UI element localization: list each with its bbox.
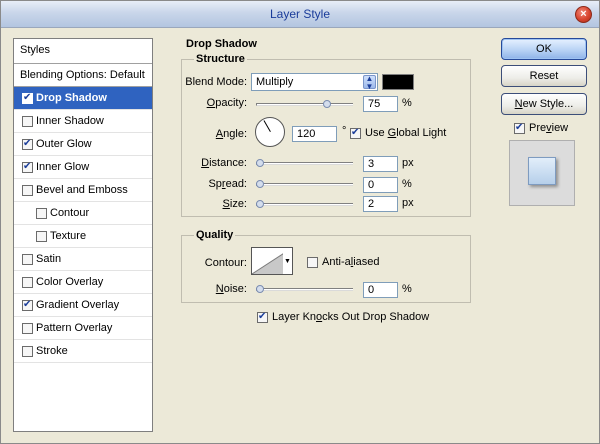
knockout-check[interactable]	[257, 310, 268, 324]
style-item-checkbox[interactable]	[22, 298, 33, 312]
style-preview	[509, 140, 575, 206]
close-icon: ×	[580, 8, 587, 20]
close-button[interactable]: ×	[575, 6, 592, 23]
style-item-label: Color Overlay	[36, 276, 104, 288]
knockout-label: Layer Knocks Out Drop Shadow	[272, 311, 430, 323]
style-item[interactable]: Inner Shadow	[14, 110, 152, 133]
distance-unit: px	[402, 157, 414, 169]
style-item-checkbox[interactable]	[22, 346, 33, 357]
noise-slider-thumb[interactable]	[256, 285, 264, 293]
preview-check[interactable]	[514, 121, 525, 135]
blending-options-item[interactable]: Blending Options: Default	[14, 64, 152, 87]
angle-dial[interactable]	[255, 117, 285, 147]
blend-mode-value: Multiply	[256, 76, 294, 88]
style-item-label: Pattern Overlay	[36, 322, 113, 334]
noise-label: Noise:	[215, 283, 247, 295]
style-item-checkbox[interactable]	[22, 91, 33, 105]
style-item-label: Contour	[50, 207, 90, 219]
select-arrows-icon: ▲ ▼	[363, 75, 376, 91]
distance-slider-track[interactable]	[256, 162, 353, 165]
style-item-checkbox[interactable]	[22, 323, 33, 334]
styles-header: Styles	[14, 39, 152, 64]
angle-input[interactable]: 120	[292, 126, 337, 142]
style-item[interactable]: Outer Glow	[14, 133, 152, 156]
opacity-unit: %	[402, 97, 412, 109]
dropdown-arrow-icon: ▼	[284, 258, 291, 265]
angle-needle	[263, 120, 271, 132]
style-item-checkbox[interactable]	[22, 277, 33, 288]
style-item[interactable]: Contour	[14, 202, 152, 225]
structure-title: Structure	[194, 53, 247, 65]
style-item-label: Drop Shadow	[36, 92, 107, 104]
anti-aliased-check[interactable]	[307, 257, 318, 268]
opacity-input[interactable]: 75	[363, 96, 398, 112]
style-item-checkbox[interactable]	[22, 160, 33, 174]
noise-slider-track[interactable]	[256, 288, 353, 291]
style-item-label: Gradient Overlay	[36, 299, 120, 311]
style-item-checkbox[interactable]	[36, 208, 47, 219]
opacity-slider-track[interactable]	[256, 103, 353, 106]
styles-list: Styles Blending Options: Default Drop Sh…	[13, 38, 153, 432]
opacity-label: Opacity:	[206, 97, 247, 109]
quality-title: Quality	[194, 229, 236, 241]
style-item-checkbox[interactable]	[22, 254, 33, 265]
style-item-label: Texture	[50, 230, 87, 242]
preview-swatch	[528, 157, 556, 185]
new-style-button[interactable]: New Style...	[501, 93, 587, 115]
angle-label: Angle:	[215, 128, 247, 140]
spread-unit: %	[402, 178, 412, 190]
style-item-label: Inner Shadow	[36, 115, 104, 127]
spread-slider-thumb[interactable]	[256, 180, 264, 188]
contour-dropdown-button[interactable]: ▼	[283, 247, 293, 275]
spread-input[interactable]: 0	[363, 177, 398, 193]
title-bar: Layer Style ×	[1, 1, 599, 28]
noise-input[interactable]: 0	[363, 282, 398, 298]
size-slider-thumb[interactable]	[256, 200, 264, 208]
noise-unit: %	[402, 283, 412, 295]
reset-button[interactable]: Reset	[501, 65, 587, 87]
spread-label: Spread:	[208, 178, 247, 190]
window-title: Layer Style	[269, 7, 331, 21]
blend-mode-label: Blend Mode:	[185, 76, 247, 88]
preview-label: Preview	[529, 122, 569, 134]
style-item-checkbox[interactable]	[22, 116, 33, 127]
style-item-label: Outer Glow	[36, 138, 92, 150]
style-item-checkbox[interactable]	[22, 185, 33, 196]
size-label: Size:	[222, 198, 247, 210]
style-item[interactable]: Pattern Overlay	[14, 317, 152, 340]
style-item[interactable]: Stroke	[14, 340, 152, 363]
layer-style-dialog: Layer Style × Styles Blending Options: D…	[0, 0, 600, 444]
use-global-light-check[interactable]	[350, 126, 361, 140]
drop-shadow-title: Drop Shadow	[184, 38, 259, 50]
size-slider-track[interactable]	[256, 203, 353, 206]
style-item[interactable]: Gradient Overlay	[14, 294, 152, 317]
style-item[interactable]: Color Overlay	[14, 271, 152, 294]
shadow-color-swatch[interactable]	[382, 74, 414, 90]
size-unit: px	[402, 197, 414, 209]
distance-slider-thumb[interactable]	[256, 159, 264, 167]
distance-label: Distance:	[201, 157, 247, 169]
use-global-light-label: Use Global Light	[365, 127, 447, 139]
contour-label: Contour:	[204, 257, 247, 269]
distance-input[interactable]: 3	[363, 156, 398, 172]
style-item[interactable]: Texture	[14, 225, 152, 248]
style-item-checkbox[interactable]	[22, 137, 33, 151]
style-item-label: Bevel and Emboss	[36, 184, 128, 196]
style-item-label: Satin	[36, 253, 62, 265]
ok-button[interactable]: OK	[501, 38, 587, 60]
style-item-label: Inner Glow	[36, 161, 90, 173]
style-item[interactable]: Inner Glow	[14, 156, 152, 179]
style-item[interactable]: Satin	[14, 248, 152, 271]
blend-mode-select[interactable]: Multiply ▲ ▼	[251, 73, 378, 91]
style-item[interactable]: Drop Shadow	[14, 87, 152, 110]
style-item-checkbox[interactable]	[36, 231, 47, 242]
style-item[interactable]: Bevel and Emboss	[14, 179, 152, 202]
anti-aliased-label: Anti-aliased	[322, 256, 380, 268]
size-input[interactable]: 2	[363, 196, 398, 212]
style-item-label: Stroke	[36, 345, 68, 357]
opacity-slider-thumb[interactable]	[322, 100, 331, 108]
angle-unit: °	[342, 125, 347, 137]
spread-slider-track[interactable]	[256, 183, 353, 186]
